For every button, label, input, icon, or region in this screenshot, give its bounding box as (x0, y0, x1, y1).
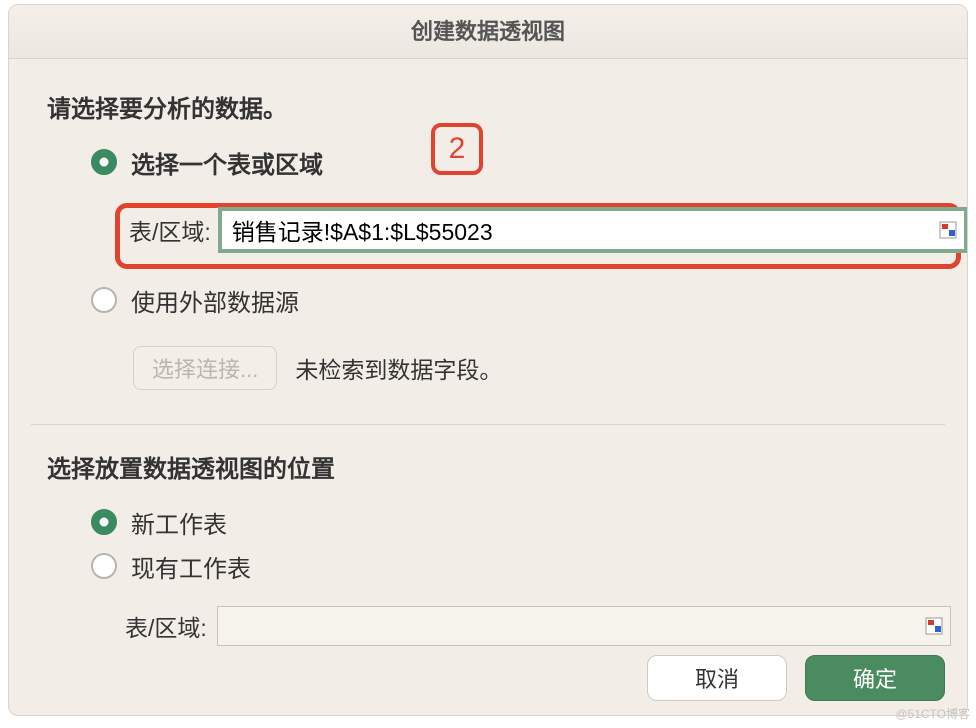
radio-new-sheet[interactable] (91, 509, 117, 535)
cancel-button[interactable]: 取消 (647, 655, 787, 701)
range-input[interactable] (221, 210, 965, 250)
option-select-range[interactable]: 选择一个表或区域 (91, 144, 967, 180)
option-existing-sheet[interactable]: 现有工作表 (91, 548, 967, 584)
dialog-footer: 取消 确定 (647, 655, 945, 701)
radio-external-source[interactable] (91, 287, 117, 313)
section1-heading: 请选择要分析的数据。 (47, 89, 967, 124)
range-field-label: 表/区域: (129, 213, 211, 247)
create-pivotchart-dialog: 创建数据透视图 请选择要分析的数据。 选择一个表或区域 表/区域: 使用外部数据… (8, 4, 968, 716)
external-source-subrow: 选择连接... 未检索到数据字段。 (133, 346, 967, 390)
choose-connection-button: 选择连接... (133, 346, 277, 390)
section-divider (31, 424, 945, 425)
radio-select-range[interactable] (91, 149, 117, 175)
option-external-label: 使用外部数据源 (131, 283, 299, 318)
option-external-source[interactable]: 使用外部数据源 (91, 282, 967, 318)
range-picker-icon[interactable] (939, 221, 957, 239)
option-existing-sheet-label: 现有工作表 (131, 549, 251, 584)
option-select-range-label: 选择一个表或区域 (131, 145, 323, 180)
location-field-row: 表/区域: (125, 606, 951, 646)
range-input-wrap (221, 210, 965, 250)
dialog-title: 创建数据透视图 (9, 5, 967, 59)
option-new-sheet[interactable]: 新工作表 (91, 504, 967, 540)
location-input-wrap (217, 606, 951, 646)
range-picker-icon[interactable] (925, 617, 943, 635)
location-input[interactable] (217, 606, 951, 646)
ok-button[interactable]: 确定 (805, 655, 945, 701)
watermark: @51CTO博客 (895, 705, 970, 722)
annotation-badge-2: 2 (431, 123, 483, 175)
section2-heading: 选择放置数据透视图的位置 (47, 449, 967, 484)
radio-existing-sheet[interactable] (91, 553, 117, 579)
range-field-row: 表/区域: (129, 210, 965, 250)
location-field-label: 表/区域: (125, 609, 207, 643)
option-new-sheet-label: 新工作表 (131, 505, 227, 540)
no-fields-text: 未检索到数据字段。 (295, 351, 502, 385)
